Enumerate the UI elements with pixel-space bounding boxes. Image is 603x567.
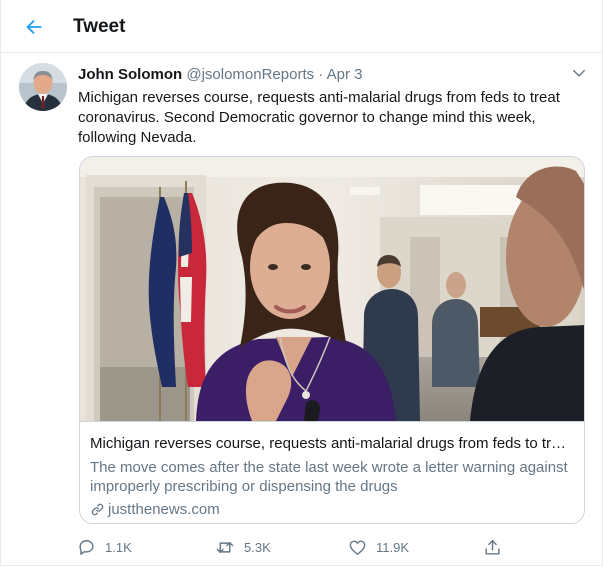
retweet-button[interactable]: 5.3K <box>215 535 271 559</box>
tweet-page: Tweet John Solomon @jsolomonReports · Ap… <box>0 0 603 566</box>
chevron-down-icon <box>573 69 585 77</box>
card-description: The move comes after the state last week… <box>90 459 568 495</box>
header-bar: Tweet <box>1 0 602 53</box>
tweet-date[interactable]: Apr 3 <box>327 66 363 83</box>
avatar[interactable] <box>19 63 67 111</box>
tweet-menu-button[interactable] <box>570 64 588 82</box>
card-body: Michigan reverses course, requests anti-… <box>80 421 584 523</box>
heart-icon <box>349 539 366 555</box>
like-button[interactable]: 11.9K <box>348 535 409 559</box>
author-handle[interactable]: @jsolomonReports <box>186 66 314 83</box>
reply-count: 1.1K <box>105 539 132 555</box>
retweet-count: 5.3K <box>244 539 271 555</box>
reply-button[interactable]: 1.1K <box>77 535 132 559</box>
tweet-actions-bar: 1.1K 5.3K 11.9K <box>77 535 507 559</box>
link-preview-card[interactable]: Michigan reverses course, requests anti-… <box>79 156 585 524</box>
like-count: 11.9K <box>376 539 410 555</box>
avatar-image <box>19 63 67 111</box>
share-button[interactable] <box>483 535 511 559</box>
link-icon <box>91 503 104 516</box>
card-domain: justthenews.com <box>108 501 220 518</box>
author-name[interactable]: John Solomon <box>78 66 182 83</box>
reply-icon <box>79 539 94 555</box>
arrow-left-icon <box>26 19 42 35</box>
back-button[interactable] <box>15 8 53 46</box>
card-title: Michigan reverses course, requests anti-… <box>90 435 572 452</box>
card-image <box>80 157 584 421</box>
card-domain-row: justthenews.com <box>90 500 576 519</box>
tweet-author-row: John Solomon @jsolomonReports · Apr 3 <box>78 66 363 84</box>
retweet-icon <box>216 541 234 553</box>
separator-dot: · <box>318 66 324 83</box>
share-icon <box>485 539 500 555</box>
page-title: Tweet <box>73 16 126 37</box>
tweet-text: Michigan reverses course, requests anti-… <box>78 89 560 146</box>
